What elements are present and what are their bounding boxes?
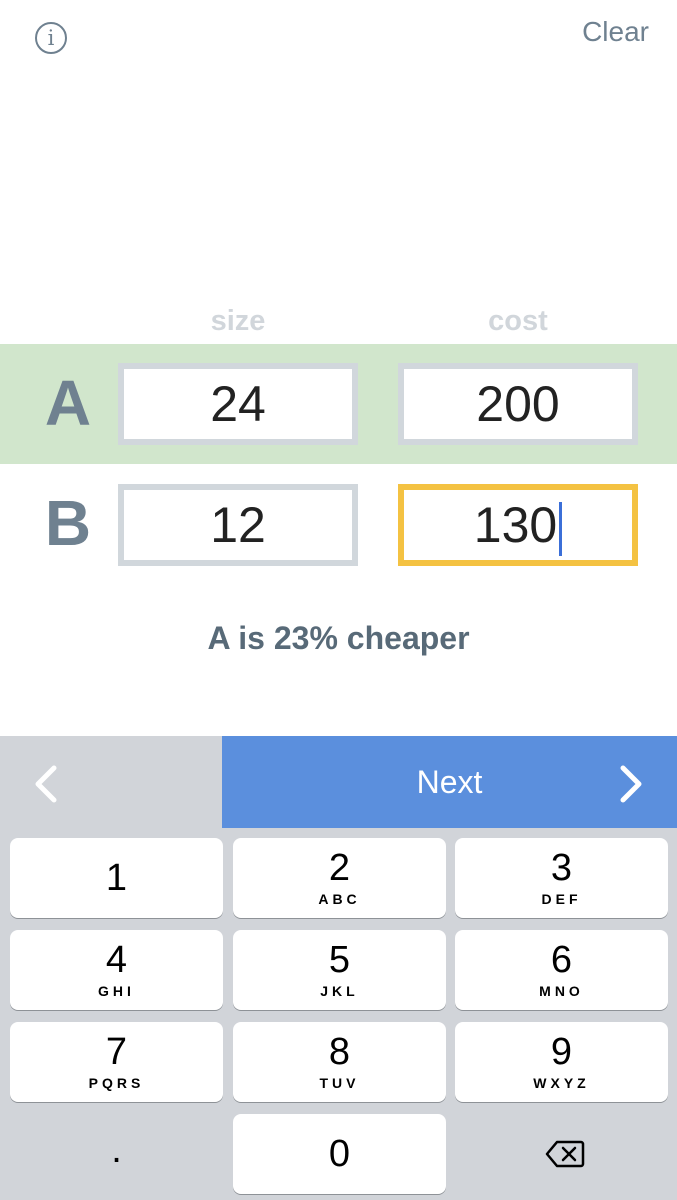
- row-a: A 24 200: [0, 344, 677, 464]
- next-field-button[interactable]: Next: [222, 736, 677, 828]
- next-label: Next: [416, 764, 483, 800]
- clear-button[interactable]: Clear: [582, 16, 649, 48]
- key-7[interactable]: 7 PQRS: [10, 1022, 223, 1102]
- previous-field-button[interactable]: [0, 736, 222, 828]
- chevron-left-icon: [35, 765, 57, 803]
- row-a-label: A: [44, 367, 92, 439]
- row-a-size-input[interactable]: 24: [118, 363, 358, 445]
- key-1[interactable]: 1: [10, 838, 223, 918]
- backspace-icon: [545, 1140, 585, 1168]
- key-4[interactable]: 4 GHI: [10, 930, 223, 1010]
- key-6[interactable]: 6 MNO: [455, 930, 668, 1010]
- key-0[interactable]: 0: [233, 1114, 446, 1194]
- decimal-key[interactable]: .: [10, 1114, 223, 1194]
- comparison-result: A is 23% cheaper: [207, 620, 470, 656]
- cost-column-label: cost: [488, 305, 548, 337]
- row-b-label: B: [44, 487, 92, 559]
- row-b-cost-input[interactable]: 130: [398, 484, 638, 566]
- key-2[interactable]: 2 ABC: [233, 838, 446, 918]
- info-button[interactable]: i: [35, 22, 67, 54]
- chevron-right-icon: [620, 765, 642, 803]
- decimal-label: .: [111, 1129, 122, 1171]
- row-b: B 12 130: [0, 464, 677, 584]
- key-3[interactable]: 3 DEF: [455, 838, 668, 918]
- size-column-label: size: [210, 305, 266, 337]
- row-b-size-input[interactable]: 12: [118, 484, 358, 566]
- key-9[interactable]: 9 WXYZ: [455, 1022, 668, 1102]
- text-caret: [559, 501, 563, 556]
- info-icon: i: [47, 26, 55, 50]
- row-b-cost-value: 130: [473, 497, 558, 553]
- key-5[interactable]: 5 JKL: [233, 930, 446, 1010]
- row-a-cost-input[interactable]: 200: [398, 363, 638, 445]
- key-8[interactable]: 8 TUV: [233, 1022, 446, 1102]
- delete-key[interactable]: [455, 1114, 668, 1194]
